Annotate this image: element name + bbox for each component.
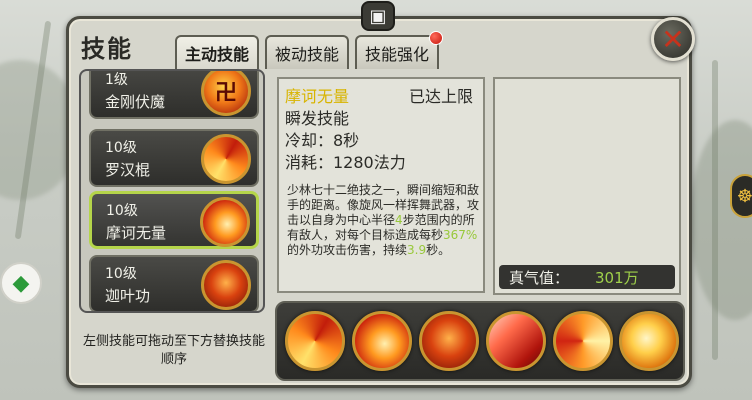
close-icon: ✕ [661,22,685,56]
arrow-icon[interactable] [553,311,613,371]
detail-cost: 消耗：1280法力 [285,153,406,172]
desc-highlight: 4 [395,213,403,227]
camera-icon[interactable]: ▣ [361,1,395,31]
skill-name: 迦叶功 [105,287,151,305]
skill-bar [275,301,685,381]
staff-icon[interactable] [285,311,345,371]
tab-label: 主动技能 [185,45,250,64]
skill-name: 罗汉棍 [105,161,151,179]
skill-level: 10级 [105,266,137,282]
panel-title: 技能 [81,35,133,63]
wifi-icon[interactable]: ◆ [0,262,42,304]
skill-level: 10级 [106,203,138,219]
ink-splash-right [690,120,752,320]
preview-box [493,77,681,295]
tab-bar: 主动技能 被动技能 技能强化 [175,31,444,69]
desc-text: 的外功攻击伤害，持续 [287,243,408,257]
skill-level: 10级 [105,140,137,156]
tab-label: 被动技能 [275,45,340,64]
tab-skill-enhance[interactable]: 技能强化 [355,31,444,69]
staff-icon [201,134,251,184]
skill-item-jiaye[interactable]: 10级 迦叶功 [89,255,259,311]
skill-detail-card: 摩诃无量 已达上限 瞬发技能 冷却：8秒 消耗：1280法力 少林七十二绝技之一… [277,77,485,293]
skill-name: 摩诃无量 [106,224,167,242]
side-menu-icon[interactable]: ☸ [730,174,752,218]
fiery-face-icon [201,260,251,310]
swirl-icon [200,197,250,247]
skill-list[interactable]: 1级 金刚伏魔 卍 10级 罗汉棍 10级 摩诃无量 10级 迦叶功 [79,69,265,313]
blade-icon[interactable] [486,311,546,371]
swastika-icon: 卍 [201,71,251,116]
detail-skill-name: 摩诃无量 [285,87,350,106]
notification-dot [429,31,444,45]
skill-item-jingang[interactable]: 1级 金刚伏魔 卍 [89,71,259,119]
tab-passive-skills[interactable]: 被动技能 [265,35,350,69]
fiery-face-icon[interactable] [419,311,479,371]
tab-active-skills[interactable]: 主动技能 [175,35,260,69]
qi-value-bar: 真气值： 301万 [499,265,675,289]
detail-type: 瞬发技能 [285,109,350,128]
swirl-icon[interactable] [352,311,412,371]
drag-hint: 左侧技能可拖动至下方替换技能顺序 [82,334,265,367]
skill-panel: 技能 ▣ ✕ 主动技能 被动技能 技能强化 1级 金刚伏魔 卍 10级 罗汉棍 … [66,1,695,388]
skill-name: 金刚伏魔 [105,93,166,111]
qi-label: 真气值： [509,268,570,287]
bamboo-stalk [712,60,718,360]
close-button[interactable]: ✕ [651,17,695,61]
skill-item-mohe[interactable]: 10级 摩诃无量 [89,191,259,249]
desc-highlight: 3.9 [407,243,427,257]
detail-description: 少林七十二绝技之一，瞬间缩短和敌手的距离。像旋风一样挥舞武器，攻击以自身为中心半… [287,183,481,258]
tab-label: 技能强化 [365,45,430,64]
skill-item-luohan[interactable]: 10级 罗汉棍 [89,129,259,187]
desc-highlight: 367% [443,228,478,242]
skill-level: 1级 [105,72,128,88]
qi-value: 301万 [595,268,639,287]
desc-text: 秒。 [426,243,451,257]
golden-orb-icon[interactable] [619,311,679,371]
detail-status: 已达上限 [408,87,473,106]
detail-cooldown: 冷却：8秒 [285,131,360,150]
